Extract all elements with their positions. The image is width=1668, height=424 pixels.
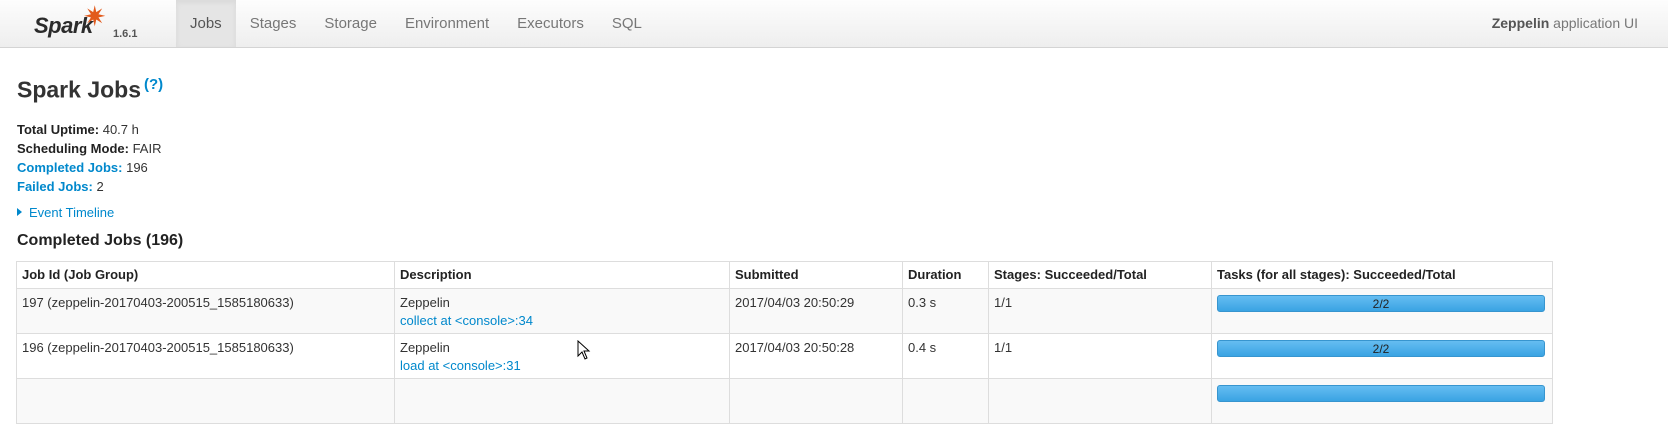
stages-cell: 1/1 — [988, 288, 1212, 334]
job-group: Zeppelin — [400, 340, 450, 355]
job-id-cell: 196 (zeppelin-20170403-200515_1585180633… — [16, 333, 395, 379]
job-description-link[interactable]: collect at <console>:34 — [400, 313, 724, 328]
uptime-value: 40.7 h — [102, 122, 139, 137]
header-stages[interactable]: Stages: Succeeded/Total — [988, 261, 1212, 289]
job-description-link[interactable]: load at <console>:31 — [400, 358, 724, 373]
uptime-row: Total Uptime: 40.7 h — [17, 120, 161, 139]
help-link[interactable]: (?) — [144, 76, 163, 93]
event-timeline-label: Event Timeline — [29, 205, 115, 220]
duration-cell: 0.4 s — [902, 333, 989, 379]
header-tasks[interactable]: Tasks (for all stages): Succeeded/Total — [1211, 261, 1553, 289]
tasks-progress-bar: 2/2 — [1217, 295, 1545, 312]
caret-right-icon — [17, 208, 22, 216]
tasks-progress-bar: 2/2 — [1217, 340, 1545, 357]
scheduling-mode-value: FAIR — [132, 141, 162, 156]
tab-sql[interactable]: SQL — [598, 0, 656, 47]
app-suffix: application UI — [1549, 15, 1638, 31]
submitted-cell: 2017/04/03 20:50:29 — [729, 288, 903, 334]
spark-version: 1.6.1 — [113, 28, 138, 40]
completed-jobs-table: Job Id (Job Group) Description Submitted… — [16, 261, 1553, 424]
header-job-id[interactable]: Job Id (Job Group) — [16, 261, 395, 289]
tab-storage[interactable]: Storage — [310, 0, 391, 47]
tab-jobs[interactable]: Jobs — [176, 0, 236, 47]
job-id-cell: 197 (zeppelin-20170403-200515_1585180633… — [16, 288, 395, 334]
submitted-cell: 2017/04/03 20:50:28 — [729, 333, 903, 379]
tasks-cell: 2/2 — [1211, 288, 1553, 334]
header-duration[interactable]: Duration — [902, 261, 989, 289]
duration-cell: 0.3 s — [902, 288, 989, 334]
table-row: 196 (zeppelin-20170403-200515_1585180633… — [16, 333, 1553, 379]
table-row: 197 (zeppelin-20170403-200515_1585180633… — [16, 288, 1553, 334]
page-title: Spark Jobs (?) — [17, 76, 163, 104]
tasks-progress-bar — [1217, 385, 1545, 402]
header-submitted[interactable]: Submitted — [729, 261, 903, 289]
completed-jobs-link[interactable]: Completed Jobs: — [17, 160, 122, 175]
failed-jobs-value: 2 — [96, 179, 104, 194]
uptime-label: Total Uptime: — [17, 122, 100, 137]
spark-logo[interactable]: ✷ Spark 1.6.1 — [34, 3, 144, 43]
job-group: Zeppelin — [400, 295, 450, 310]
failed-jobs-link[interactable]: Failed Jobs: — [17, 179, 93, 194]
completed-jobs-value: 196 — [126, 160, 148, 175]
table-row-partial — [16, 378, 1553, 424]
tab-stages[interactable]: Stages — [236, 0, 311, 47]
jobs-summary: Total Uptime: 40.7 h Scheduling Mode: FA… — [17, 120, 161, 196]
tab-environment[interactable]: Environment — [391, 0, 503, 47]
tab-executors[interactable]: Executors — [503, 0, 598, 47]
stages-cell: 1/1 — [988, 333, 1212, 379]
top-navbar: ✷ Spark 1.6.1 Jobs Stages Storage Enviro… — [0, 0, 1668, 48]
mouse-cursor-icon — [577, 340, 591, 360]
scheduling-mode-row: Scheduling Mode: FAIR — [17, 139, 161, 158]
page-title-text: Spark Jobs — [17, 76, 141, 103]
failed-jobs-row: Failed Jobs: 2 — [17, 177, 161, 196]
description-cell: Zeppelin collect at <console>:34 — [394, 288, 730, 334]
description-cell: Zeppelin load at <console>:31 — [394, 333, 730, 379]
header-description[interactable]: Description — [394, 261, 730, 289]
nav-tabs: Jobs Stages Storage Environment Executor… — [176, 0, 656, 47]
completed-jobs-heading: Completed Jobs (196) — [17, 232, 184, 249]
app-name: Zeppelin — [1491, 15, 1550, 31]
completed-jobs-row: Completed Jobs: 196 — [17, 158, 161, 177]
app-title: Zeppelin application UI — [1492, 15, 1638, 31]
table-header-row: Job Id (Job Group) Description Submitted… — [16, 261, 1553, 289]
scheduling-mode-label: Scheduling Mode: — [17, 141, 129, 156]
tasks-cell: 2/2 — [1211, 333, 1553, 379]
event-timeline-toggle[interactable]: Event Timeline — [17, 205, 114, 220]
brand-name: Spark — [34, 13, 93, 38]
